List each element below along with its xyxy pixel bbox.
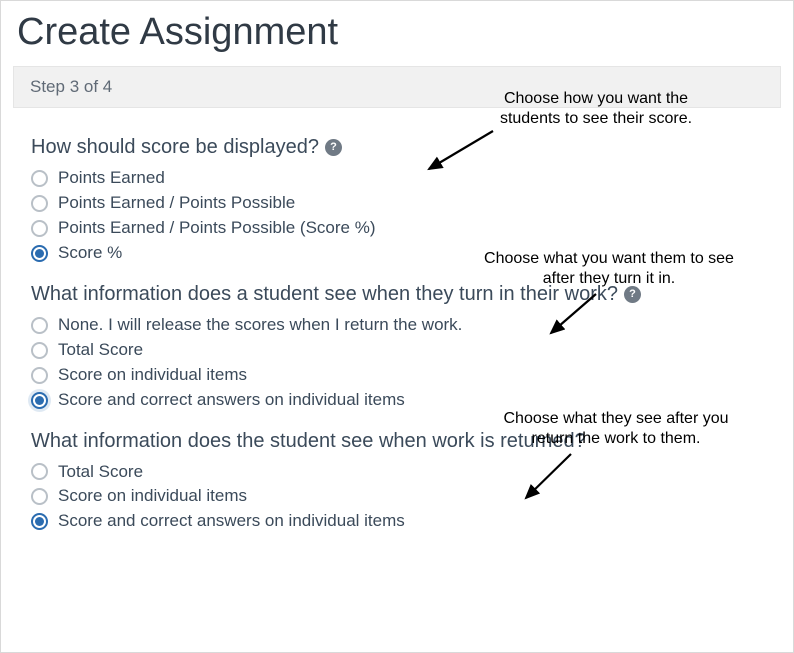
help-icon[interactable]: ?	[325, 139, 342, 156]
score-option-points-over-possible-percent[interactable]: Points Earned / Points Possible (Score %…	[31, 217, 763, 240]
turnin-info-heading-text: What information does a student see when…	[31, 283, 618, 306]
option-label: Score and correct answers on individual …	[58, 389, 405, 412]
turnin-info-heading: What information does a student see when…	[31, 283, 763, 306]
option-label: Total Score	[58, 461, 143, 484]
score-option-points-over-possible[interactable]: Points Earned / Points Possible	[31, 192, 763, 215]
option-label: None. I will release the scores when I r…	[58, 314, 462, 337]
returned-info-heading: What information does the student see wh…	[31, 430, 763, 453]
score-display-options: Points Earned Points Earned / Points Pos…	[31, 167, 763, 265]
option-label: Score on individual items	[58, 485, 247, 508]
option-label: Points Earned	[58, 167, 165, 190]
option-label: Points Earned / Points Possible (Score %…	[58, 217, 375, 240]
returned-option-score-and-answers[interactable]: Score and correct answers on individual …	[31, 510, 763, 533]
radio-icon	[31, 342, 48, 359]
step-indicator: Step 3 of 4	[13, 66, 781, 108]
option-label: Points Earned / Points Possible	[58, 192, 295, 215]
page-frame: Create Assignment Step 3 of 4 How should…	[0, 0, 794, 653]
option-label: Total Score	[58, 339, 143, 362]
returned-option-individual-score[interactable]: Score on individual items	[31, 485, 763, 508]
radio-icon	[31, 367, 48, 384]
score-option-points-earned[interactable]: Points Earned	[31, 167, 763, 190]
radio-icon	[31, 488, 48, 505]
returned-option-total-score[interactable]: Total Score	[31, 461, 763, 484]
radio-icon	[31, 392, 48, 409]
option-label: Score on individual items	[58, 364, 247, 387]
turnin-option-total-score[interactable]: Total Score	[31, 339, 763, 362]
radio-icon	[31, 170, 48, 187]
radio-icon	[31, 463, 48, 480]
turnin-option-none[interactable]: None. I will release the scores when I r…	[31, 314, 763, 337]
score-display-heading: How should score be displayed? ?	[31, 136, 763, 159]
returned-info-options: Total Score Score on individual items Sc…	[31, 461, 763, 534]
form-content: How should score be displayed? ? Points …	[13, 108, 781, 533]
score-display-heading-text: How should score be displayed?	[31, 136, 319, 159]
option-label: Score %	[58, 242, 122, 265]
radio-icon	[31, 317, 48, 334]
radio-icon	[31, 220, 48, 237]
turnin-option-individual-score[interactable]: Score on individual items	[31, 364, 763, 387]
score-option-percent[interactable]: Score %	[31, 242, 763, 265]
turnin-option-score-and-answers[interactable]: Score and correct answers on individual …	[31, 389, 763, 412]
returned-info-heading-text: What information does the student see wh…	[31, 430, 586, 453]
radio-icon	[31, 245, 48, 262]
page-title: Create Assignment	[17, 11, 781, 54]
help-icon[interactable]: ?	[624, 286, 641, 303]
radio-icon	[31, 513, 48, 530]
turnin-info-options: None. I will release the scores when I r…	[31, 314, 763, 412]
radio-icon	[31, 195, 48, 212]
option-label: Score and correct answers on individual …	[58, 510, 405, 533]
